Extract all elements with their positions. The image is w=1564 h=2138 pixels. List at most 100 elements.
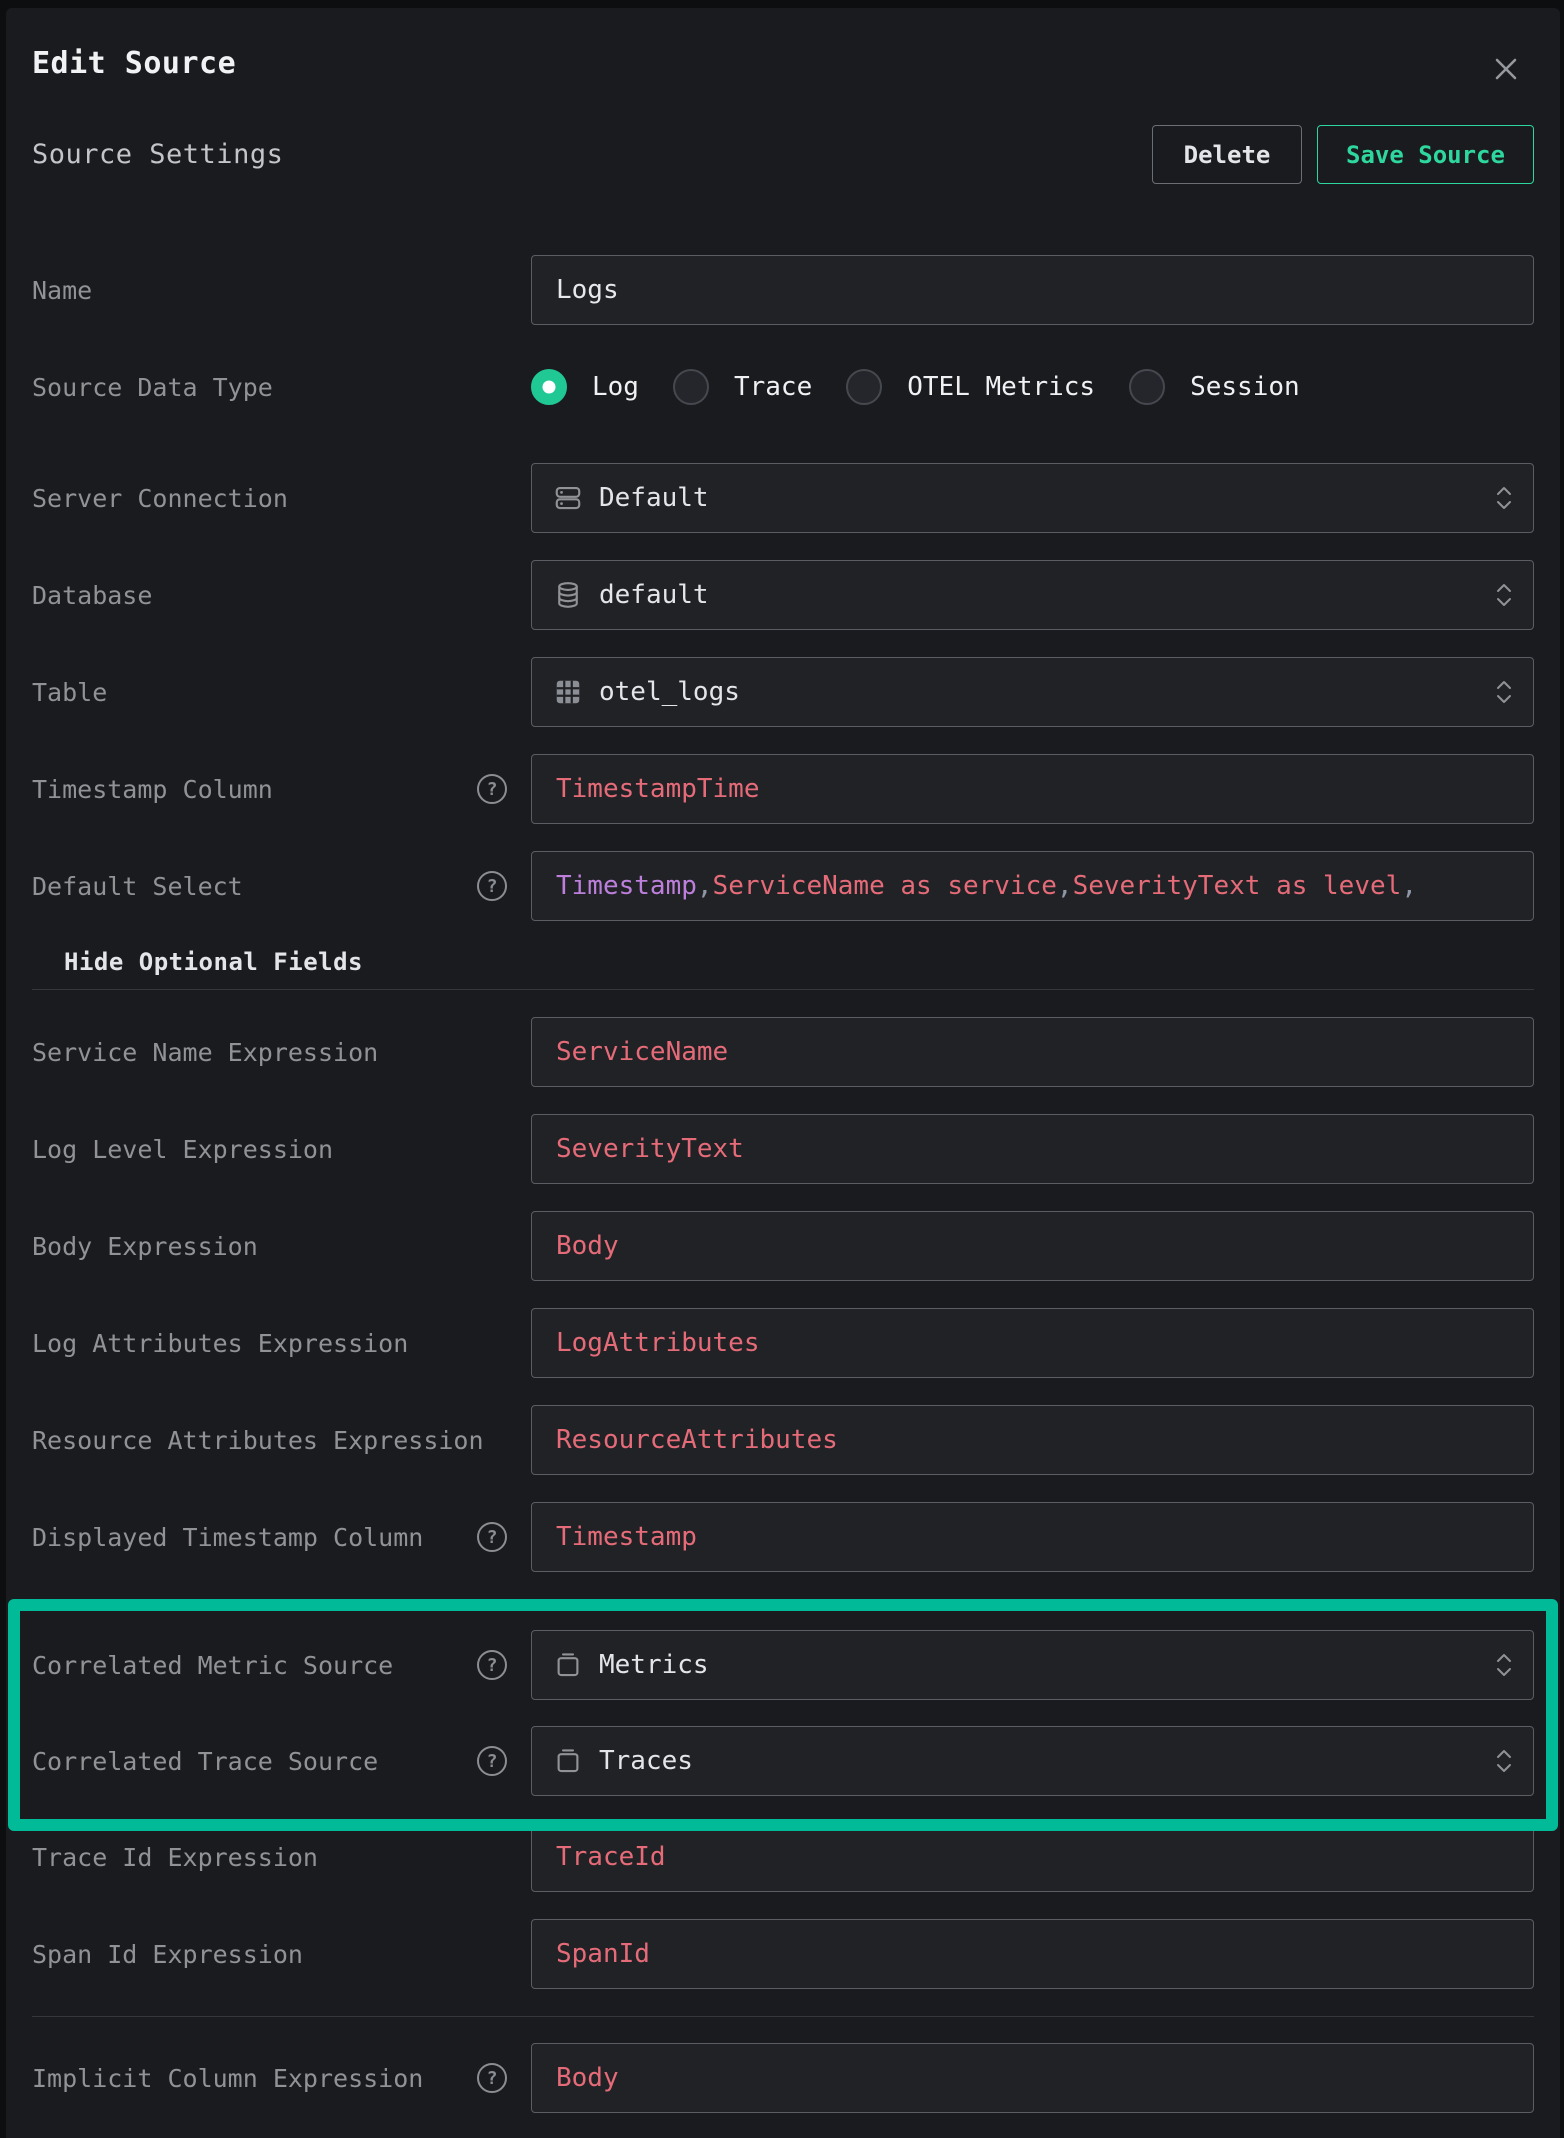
field-row-database: Database default <box>32 560 1534 630</box>
sql-segment: , <box>697 871 713 901</box>
field-row-default-select: Default Select ? Timestamp, ServiceName … <box>32 851 1534 921</box>
field-row-log-level-expression: Log Level Expression <box>32 1114 1534 1184</box>
radio-log-circle <box>531 369 567 405</box>
correlated-metric-source-value: Metrics <box>599 1650 709 1680</box>
database-select[interactable]: default <box>531 560 1534 630</box>
trace-id-expression-label: Trace Id Expression <box>32 1838 318 1877</box>
radio-trace[interactable]: Trace <box>673 369 812 405</box>
log-attributes-expression-label: Log Attributes Expression <box>32 1324 408 1363</box>
correlated-metric-source-select[interactable]: Metrics <box>531 1630 1534 1700</box>
toolbar: Source Settings Delete Save Source <box>32 125 1534 184</box>
implicit-column-expression-input[interactable] <box>531 2043 1534 2113</box>
displayed-timestamp-column-label: Displayed Timestamp Column <box>32 1518 423 1557</box>
chevron-updown-icon <box>1493 1744 1515 1778</box>
name-input[interactable] <box>531 255 1534 325</box>
displayed-timestamp-column-input[interactable] <box>531 1502 1534 1572</box>
help-icon[interactable]: ? <box>477 1650 507 1680</box>
field-row-resource-attributes-expression: Resource Attributes Expression <box>32 1405 1534 1475</box>
save-source-button[interactable]: Save Source <box>1317 125 1534 184</box>
server-connection-select[interactable]: Default <box>531 463 1534 533</box>
server-icon <box>553 483 583 513</box>
radio-otel-metrics[interactable]: OTEL Metrics <box>846 369 1095 405</box>
resource-attributes-expression-label: Resource Attributes Expression <box>32 1421 484 1460</box>
box-icon <box>553 1650 583 1680</box>
section-title: Source Settings <box>32 139 283 170</box>
chevron-updown-icon <box>1493 481 1515 515</box>
correlated-trace-source-value: Traces <box>599 1746 693 1776</box>
server-connection-value: Default <box>599 483 709 513</box>
hide-optional-fields-toggle[interactable]: Hide Optional Fields <box>32 948 1534 976</box>
correlated-metric-source-label: Correlated Metric Source <box>32 1646 393 1685</box>
field-row-service-name-expression: Service Name Expression <box>32 1017 1534 1087</box>
radio-trace-label: Trace <box>734 372 812 402</box>
resource-attributes-expression-input[interactable] <box>531 1405 1534 1475</box>
sql-segment: Timestamp <box>556 871 697 901</box>
field-row-source-data-type: Source Data Type Log Trace OTEL Metrics <box>32 352 1534 422</box>
table-value: otel_logs <box>599 677 740 707</box>
trace-id-expression-input[interactable] <box>531 1822 1534 1892</box>
span-id-expression-label: Span Id Expression <box>32 1935 303 1974</box>
database-value: default <box>599 580 709 610</box>
field-row-trace-id-expression: Trace Id Expression <box>32 1822 1534 1892</box>
field-row-body-expression: Body Expression <box>32 1211 1534 1281</box>
divider <box>32 2016 1534 2017</box>
table-label: Table <box>32 673 107 712</box>
correlated-trace-source-label: Correlated Trace Source <box>32 1742 378 1781</box>
delete-button[interactable]: Delete <box>1152 125 1302 184</box>
radio-session[interactable]: Session <box>1129 369 1300 405</box>
source-data-type-radio-group: Log Trace OTEL Metrics Session <box>531 369 1534 405</box>
divider <box>32 989 1534 990</box>
chevron-updown-icon <box>1493 578 1515 612</box>
log-level-expression-input[interactable] <box>531 1114 1534 1184</box>
chevron-updown-icon <box>1493 1648 1515 1682</box>
body-expression-input[interactable] <box>531 1211 1534 1281</box>
radio-log[interactable]: Log <box>531 369 639 405</box>
span-id-expression-input[interactable] <box>531 1919 1534 1989</box>
close-button[interactable] <box>1489 52 1523 86</box>
edit-source-modal: Edit Source Source Settings Delete Save … <box>6 8 1560 2138</box>
sql-segment: , <box>1057 871 1073 901</box>
help-icon[interactable]: ? <box>477 871 507 901</box>
field-row-server-connection: Server Connection Default <box>32 463 1534 533</box>
log-level-expression-label: Log Level Expression <box>32 1130 333 1169</box>
field-row-name: Name <box>32 255 1534 325</box>
radio-trace-circle <box>673 369 709 405</box>
sql-segment: ServiceName as service <box>713 871 1057 901</box>
field-row-implicit-column-expression: Implicit Column Expression ? <box>32 2043 1534 2113</box>
field-row-log-attributes-expression: Log Attributes Expression <box>32 1308 1534 1378</box>
radio-session-label: Session <box>1190 372 1300 402</box>
source-settings-form: Name Source Data Type Log Trace O <box>32 255 1534 2113</box>
highlight-annotation-box: Correlated Metric Source ? Metrics <box>8 1599 1558 1831</box>
radio-session-circle <box>1129 369 1165 405</box>
table-select[interactable]: otel_logs <box>531 657 1534 727</box>
field-row-timestamp-column: Timestamp Column ? <box>32 754 1534 824</box>
help-icon[interactable]: ? <box>477 2063 507 2093</box>
implicit-column-expression-label: Implicit Column Expression <box>32 2059 423 2098</box>
source-data-type-label: Source Data Type <box>32 368 273 407</box>
help-icon[interactable]: ? <box>477 1746 507 1776</box>
name-label: Name <box>32 271 92 310</box>
database-label: Database <box>32 576 152 615</box>
field-row-table: Table otel_logs <box>32 657 1534 727</box>
correlated-trace-source-select[interactable]: Traces <box>531 1726 1534 1796</box>
field-row-displayed-timestamp-column: Displayed Timestamp Column ? <box>32 1502 1534 1572</box>
radio-otel-metrics-circle <box>846 369 882 405</box>
service-name-expression-label: Service Name Expression <box>32 1033 378 1072</box>
modal-title: Edit Source <box>32 46 1534 82</box>
help-icon[interactable]: ? <box>477 1522 507 1552</box>
sql-segment: SeverityText as level <box>1073 871 1402 901</box>
timestamp-column-input[interactable] <box>531 754 1534 824</box>
help-icon[interactable]: ? <box>477 774 507 804</box>
database-icon <box>553 580 583 610</box>
default-select-label: Default Select <box>32 867 243 906</box>
field-row-span-id-expression: Span Id Expression <box>32 1919 1534 1989</box>
log-attributes-expression-input[interactable] <box>531 1308 1534 1378</box>
default-select-input[interactable]: Timestamp, ServiceName as service, Sever… <box>531 851 1534 921</box>
radio-log-label: Log <box>592 372 639 402</box>
radio-otel-metrics-label: OTEL Metrics <box>907 372 1095 402</box>
server-connection-label: Server Connection <box>32 479 288 518</box>
service-name-expression-input[interactable] <box>531 1017 1534 1087</box>
timestamp-column-label: Timestamp Column <box>32 770 273 809</box>
field-row-correlated-trace-source: Correlated Trace Source ? Traces <box>32 1726 1534 1796</box>
box-icon <box>553 1746 583 1776</box>
